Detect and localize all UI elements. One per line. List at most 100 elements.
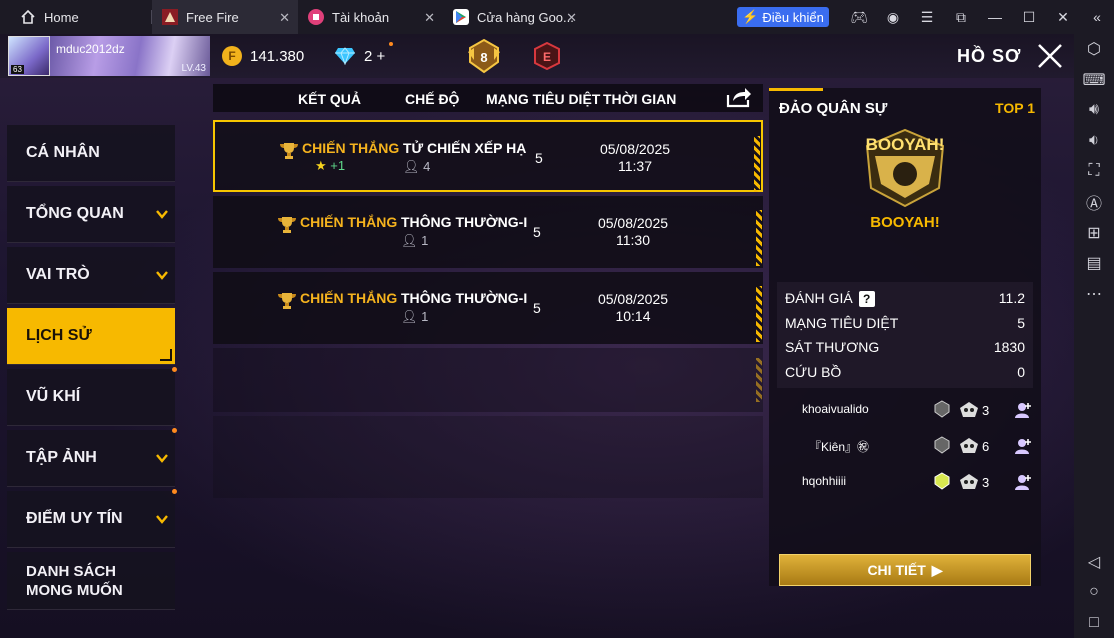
stat-value: 11.2 xyxy=(998,290,1025,307)
maximize-icon[interactable]: ☐ xyxy=(1012,9,1046,26)
tab-account[interactable]: Tài khoản ✕ xyxy=(298,0,443,34)
row-accent-stripe xyxy=(756,286,762,342)
panel-accent-line xyxy=(769,88,823,91)
match-row[interactable]: CHIẾN THẮNG THÔNG THƯỜNG-I 👤︎ 1 5 05/08/… xyxy=(213,196,763,268)
account-icon[interactable]: ◉ xyxy=(876,9,910,26)
player-avatar[interactable]: 63 xyxy=(8,36,50,76)
tab-play-store[interactable]: Cửa hàng Goo... ✕ xyxy=(443,0,585,34)
diamond-balance[interactable]: 2 + xyxy=(364,48,385,65)
chevron-down-icon xyxy=(156,515,168,524)
rank-icon xyxy=(934,436,950,454)
menu-item-label: TỔNG QUAN xyxy=(26,205,124,222)
booyah-trophy-icon: BOOYAH! xyxy=(866,128,945,208)
details-button[interactable]: CHI TIẾT ▶ xyxy=(779,554,1031,586)
add-friend-icon[interactable] xyxy=(1013,436,1033,456)
minimize-icon[interactable]: — xyxy=(978,9,1012,25)
menu-item-album[interactable]: TẬP ẢNH xyxy=(7,428,177,487)
help-icon[interactable]: ? xyxy=(858,290,875,307)
teammate-kills: 3 xyxy=(982,403,990,418)
menu-icon[interactable]: ☰ xyxy=(910,9,944,26)
notification-dot xyxy=(389,42,393,46)
game-screen: 63 mduc2012dz LV.43 F 141.380 2 + 8 E HỒ… xyxy=(0,34,1074,638)
person-icon: 👤︎ xyxy=(401,309,418,324)
menu-item-label: ĐIỂM UY TÍN xyxy=(26,510,123,527)
rank-icon xyxy=(934,400,950,418)
player-banner[interactable]: mduc2012dz LV.43 xyxy=(50,36,210,76)
stat-rating: ĐÁNH GIÁ? 11.2 xyxy=(785,289,1025,307)
match-kills: 5 xyxy=(535,150,543,166)
play-arrow-icon: ▶ xyxy=(931,561,943,578)
teammate-kills: 3 xyxy=(982,475,990,490)
teammate-list: khoaivualido 3 『Kiên』㊗ 6 hqohhiiii 3 xyxy=(777,392,1033,500)
stat-label: CỨU BỒ xyxy=(785,363,842,380)
diamond-icon xyxy=(335,47,355,65)
rank-badge-icon[interactable]: 8 xyxy=(466,38,502,74)
control-button[interactable]: ⚡ Điều khiển xyxy=(737,7,829,27)
column-header-kills: MẠNG TIÊU DIỆT xyxy=(486,91,601,107)
close-window-icon[interactable]: ✕ xyxy=(1046,9,1080,26)
volume-down-icon[interactable]: 🔉︎ xyxy=(1074,126,1114,157)
menu-item-personal[interactable]: CÁ NHÂN xyxy=(7,125,175,182)
collapse-sidebar-icon[interactable]: « xyxy=(1080,9,1114,25)
tab-home[interactable]: Home xyxy=(0,0,152,34)
teammate-row[interactable]: hqohhiiii 3 xyxy=(777,464,1033,500)
match-kills: 5 xyxy=(533,300,541,316)
game-top-bar: 63 mduc2012dz LV.43 F 141.380 2 + 8 E HỒ… xyxy=(0,34,1074,78)
coin-balance: 141.380 xyxy=(250,48,305,65)
column-header-result: KẾT QUẢ xyxy=(298,91,361,107)
match-row[interactable]: CHIẾN THẮNG ★ +1 TỬ CHIẾN XẾP HẠ 👤︎ 4 5 … xyxy=(213,120,763,192)
reputation-badge-icon[interactable]: E xyxy=(534,42,560,70)
home-circle-icon[interactable]: ○ xyxy=(1074,577,1114,608)
close-icon[interactable]: ✕ xyxy=(566,10,577,26)
close-icon[interactable]: ✕ xyxy=(279,10,290,26)
apk-install-icon[interactable]: ▤ xyxy=(1074,248,1114,279)
stat-value: 1830 xyxy=(993,339,1025,356)
menu-item-label: CÁ NHÂN xyxy=(26,144,100,161)
more-icon[interactable]: ⋯ xyxy=(1074,278,1114,309)
restore-window-icon[interactable]: ⧉ xyxy=(944,9,978,26)
back-icon[interactable]: ◁ xyxy=(1074,546,1114,577)
menu-item-credit-score[interactable]: ĐIỂM UY TÍN xyxy=(7,489,177,548)
menu-item-wishlist[interactable]: DANH SÁCH MONG MUỐN xyxy=(7,552,175,610)
free-fire-app-icon xyxy=(162,9,178,25)
menu-item-history[interactable]: LỊCH SỬ xyxy=(7,308,175,365)
avatar-level: 63 xyxy=(11,65,24,74)
share-icon[interactable] xyxy=(725,85,753,109)
close-icon[interactable]: ✕ xyxy=(424,10,435,26)
multi-instance-icon[interactable]: ⊞ xyxy=(1074,217,1114,248)
column-header-time: THỜI GIAN xyxy=(603,91,677,107)
add-friend-icon[interactable] xyxy=(1013,472,1033,492)
notification-dot xyxy=(172,489,177,494)
menu-item-label: LỊCH SỬ xyxy=(26,327,92,344)
map-name: ĐẢO QUÂN SỰ xyxy=(779,100,888,117)
teammate-row[interactable]: khoaivualido 3 xyxy=(777,392,1033,428)
keyboard-icon[interactable]: ⌨ xyxy=(1074,65,1114,96)
teammate-kills: 6 xyxy=(982,439,990,454)
browser-tab-bar: Home Free Fire ✕ Tài khoản ✕ Cửa hàng Go… xyxy=(0,0,1114,34)
account-app-icon xyxy=(308,9,324,25)
tab-label: Tài khoản xyxy=(332,9,390,25)
match-time: 05/08/2025 11:37 xyxy=(599,141,671,174)
macro-icon[interactable]: Ⓐ xyxy=(1074,187,1114,218)
teammate-row[interactable]: 『Kiên』㊗ 6 xyxy=(777,428,1033,464)
menu-item-weapons[interactable]: VŨ KHÍ xyxy=(7,367,177,426)
player-level: LV.43 xyxy=(181,63,206,74)
row-accent-stripe xyxy=(756,210,762,266)
menu-item-overview[interactable]: TỔNG QUAN xyxy=(7,186,175,243)
skull-icon xyxy=(960,402,978,417)
svg-text:BOOYAH!: BOOYAH! xyxy=(866,135,945,154)
settings-icon[interactable]: ⬡ xyxy=(1074,34,1114,65)
gamepad-icon[interactable]: 🎮︎ xyxy=(842,9,876,26)
match-stats-box: ĐÁNH GIÁ? 11.2 MẠNG TIÊU DIỆT 5 SÁT THƯƠ… xyxy=(777,282,1033,388)
volume-up-icon[interactable]: 🔊︎ xyxy=(1074,95,1114,126)
add-friend-icon[interactable] xyxy=(1013,400,1033,420)
tab-free-fire[interactable]: Free Fire ✕ xyxy=(152,0,298,34)
recent-apps-icon[interactable]: □ xyxy=(1074,608,1114,638)
tab-label: Cửa hàng Goo... xyxy=(477,9,574,25)
menu-item-role[interactable]: VAI TRÒ xyxy=(7,247,175,304)
fullscreen-icon[interactable]: ⛶ xyxy=(1074,156,1114,187)
teammate-name: 『Kiên』㊗ xyxy=(809,440,870,454)
teammate-name: khoaivualido xyxy=(802,402,869,416)
match-row[interactable]: CHIẾN THẮNG THÔNG THƯỜNG-I 👤︎ 1 5 05/08/… xyxy=(213,272,763,344)
close-icon[interactable] xyxy=(1036,42,1064,70)
